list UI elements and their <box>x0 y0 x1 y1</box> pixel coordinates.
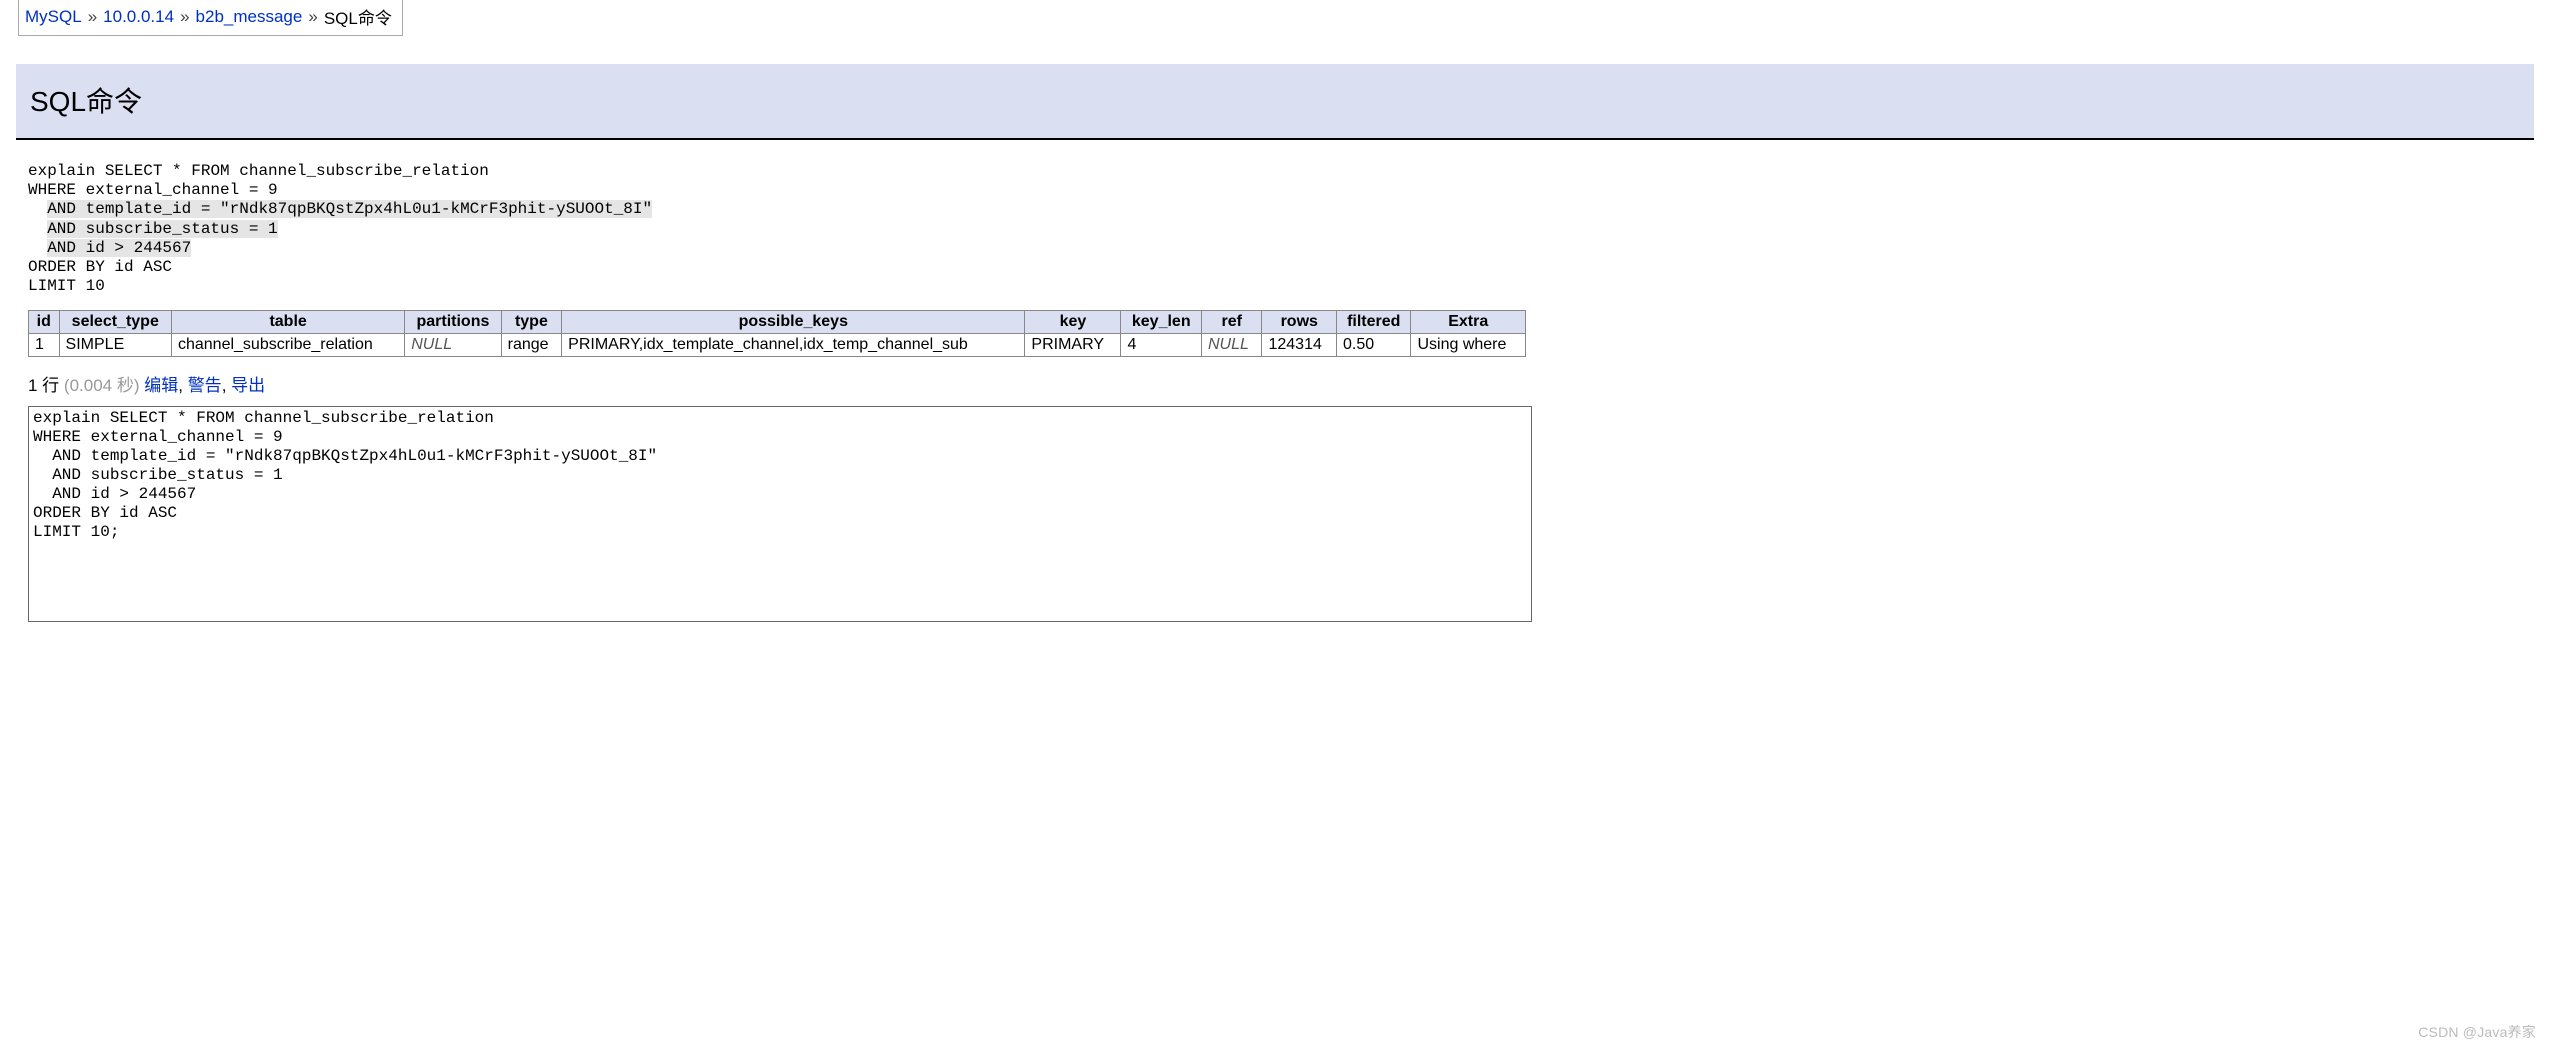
cell-type: range <box>501 334 562 357</box>
col-key-len: key_len <box>1121 311 1202 334</box>
table-header-row: id select_type table partitions type pos… <box>29 311 1526 334</box>
comma: , <box>222 376 231 395</box>
cell-partitions: NULL <box>405 334 501 357</box>
breadcrumb: MySQL » 10.0.0.14 » b2b_message » SQL命令 <box>18 0 403 36</box>
sql-indent <box>28 220 47 238</box>
cell-key: PRIMARY <box>1025 334 1121 357</box>
export-link[interactable]: 导出 <box>231 376 265 395</box>
warn-link[interactable]: 警告 <box>188 376 222 395</box>
sql-text: WHERE external_channel = 9 <box>28 181 278 199</box>
sql-cond: AND subscribe_status = 1 <box>47 220 277 238</box>
col-id: id <box>29 311 60 334</box>
sql-text: LIMIT 10 <box>28 277 105 295</box>
col-key: key <box>1025 311 1121 334</box>
col-ref: ref <box>1201 311 1262 334</box>
status-line: 1 行 (0.004 秒) 编辑, 警告, 导出 <box>28 371 2530 396</box>
sql-text: SELECT * FROM channel_subscribe_relation <box>95 162 489 180</box>
cell-extra: Using where <box>1411 334 1526 357</box>
cell-filtered: 0.50 <box>1337 334 1411 357</box>
col-type: type <box>501 311 562 334</box>
breadcrumb-sep: » <box>308 7 317 27</box>
breadcrumb-link-mysql[interactable]: MySQL <box>25 7 82 27</box>
breadcrumb-sep: » <box>88 7 97 27</box>
col-possible-keys: possible_keys <box>562 311 1025 334</box>
comma: , <box>178 376 187 395</box>
breadcrumb-sep: » <box>180 7 189 27</box>
cell-key-len: 4 <box>1121 334 1202 357</box>
edit-link[interactable]: 编辑 <box>144 376 178 395</box>
col-partitions: partitions <box>405 311 501 334</box>
cell-rows: 124314 <box>1262 334 1337 357</box>
sql-indent <box>28 200 47 218</box>
watermark: CSDN @Java养家 <box>2418 1022 2536 1042</box>
breadcrumb-current: SQL命令 <box>324 4 392 29</box>
breadcrumb-link-host[interactable]: 10.0.0.14 <box>103 7 174 27</box>
sql-kw-explain: explain <box>28 162 95 180</box>
sql-indent <box>28 239 47 257</box>
table-row: 1 SIMPLE channel_subscribe_relation NULL… <box>29 334 1526 357</box>
page-title: SQL命令 <box>16 64 2534 140</box>
col-rows: rows <box>1262 311 1337 334</box>
col-select-type: select_type <box>59 311 171 334</box>
col-filtered: filtered <box>1337 311 1411 334</box>
query-time-label: (0.004 秒) <box>59 376 144 395</box>
cell-table: channel_subscribe_relation <box>171 334 404 357</box>
rows-count-label: 1 行 <box>28 376 59 395</box>
sql-cond: AND template_id = "rNdk87qpBKQstZpx4hL0u… <box>47 200 652 218</box>
cell-id: 1 <box>29 334 60 357</box>
sql-cond: AND id > 244567 <box>47 239 191 257</box>
col-extra: Extra <box>1411 311 1526 334</box>
sql-text: ORDER BY id ASC <box>28 258 172 276</box>
explain-result-table: id select_type table partitions type pos… <box>28 310 1526 357</box>
col-table: table <box>171 311 404 334</box>
cell-ref: NULL <box>1201 334 1262 357</box>
cell-possible-keys: PRIMARY,idx_template_channel,idx_temp_ch… <box>562 334 1025 357</box>
sql-display-block: explain SELECT * FROM channel_subscribe_… <box>28 162 2530 296</box>
cell-select-type: SIMPLE <box>59 334 171 357</box>
breadcrumb-link-db[interactable]: b2b_message <box>196 7 303 27</box>
sql-input-textarea[interactable] <box>28 406 1532 622</box>
